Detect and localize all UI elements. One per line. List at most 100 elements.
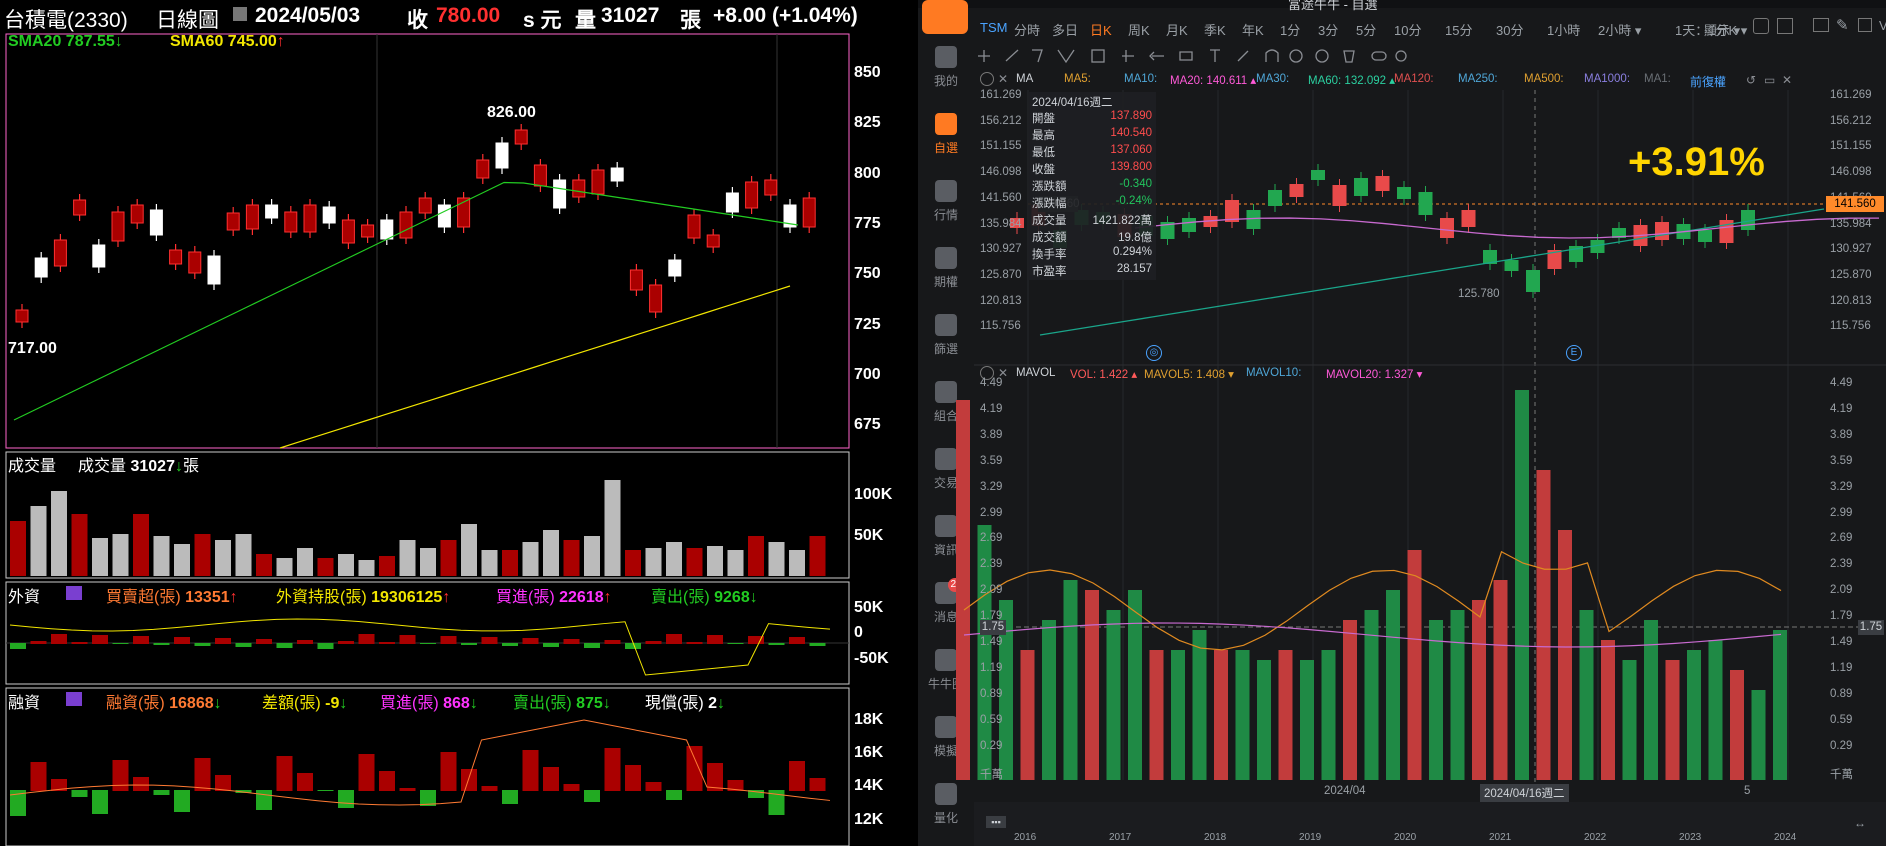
price-axis-label-left: 151.155 bbox=[980, 140, 1022, 153]
margin-bar bbox=[92, 790, 108, 814]
foreign-bar bbox=[317, 643, 334, 649]
candle-body bbox=[399, 211, 413, 239]
year-label: 2018 bbox=[1204, 832, 1227, 843]
list-icon[interactable] bbox=[66, 586, 82, 600]
sma60-line bbox=[279, 285, 791, 449]
volume-bar bbox=[30, 506, 47, 576]
foreign-bar bbox=[666, 634, 682, 644]
margin-axis-14k: 14K bbox=[854, 777, 884, 794]
volume-panel-title: 成交量 bbox=[8, 458, 57, 475]
navigator-menu-icon[interactable]: ▪▪▪ bbox=[986, 816, 1006, 828]
vol-axis-label-left: 1.19 bbox=[980, 661, 1003, 674]
foreign-bar bbox=[276, 643, 293, 648]
price-axis-label-left: 156.212 bbox=[980, 114, 1022, 127]
candle-body bbox=[1289, 184, 1304, 197]
navigator-expand-icon[interactable]: ↔ bbox=[1854, 816, 1866, 830]
vol-axis-label-left: 0.29 bbox=[980, 739, 1003, 752]
foreign-buy-value: 22618 bbox=[559, 589, 604, 606]
candle-body bbox=[1375, 176, 1390, 191]
margin-axis-16k: 16K bbox=[854, 744, 884, 761]
candle-body bbox=[476, 159, 490, 179]
mavol-legend-0[interactable]: MAVOL bbox=[1016, 367, 1055, 379]
price-axis-label-left: 135.984 bbox=[980, 217, 1022, 230]
year-label: 2017 bbox=[1109, 832, 1132, 843]
event-marker-icon[interactable]: ◎ bbox=[1146, 345, 1162, 361]
candle-body bbox=[226, 212, 240, 231]
margin-axis-18k: 18K bbox=[854, 711, 884, 728]
vol-axis-label-left: 2.99 bbox=[980, 506, 1003, 519]
info-value: 0.294% bbox=[1112, 246, 1152, 258]
down-arrow-icon: ↓ bbox=[749, 589, 758, 606]
volume-bar bbox=[502, 550, 518, 576]
price-axis-label: 146.098 bbox=[1830, 166, 1872, 179]
margin-diff: 差額(張) -9↓ bbox=[262, 689, 347, 713]
up-arrow-icon: ↑ bbox=[276, 33, 285, 50]
volume-bar bbox=[256, 554, 272, 576]
earnings-marker-icon[interactable]: E bbox=[1566, 345, 1582, 361]
price-axis-label: 725 bbox=[854, 315, 881, 333]
left-stock-chart-panel: 台積電(2330) 日線圖 2024/05/03 收 780.00 s 元 量 … bbox=[0, 0, 918, 846]
volume-bar bbox=[1085, 590, 1099, 780]
volume-bar bbox=[1536, 470, 1551, 780]
volume-bar bbox=[1622, 660, 1637, 780]
year-label: 2019 bbox=[1299, 832, 1322, 843]
down-arrow-icon: ↓ bbox=[717, 695, 726, 712]
price-axis-label-left: 120.813 bbox=[980, 294, 1022, 307]
foreign-bar bbox=[112, 643, 129, 644]
volume-bar bbox=[543, 530, 559, 576]
foreign-bar bbox=[399, 635, 416, 644]
vol-axis-label-left: 4.49 bbox=[980, 377, 1003, 389]
foreign-bar bbox=[584, 643, 600, 648]
list-icon[interactable] bbox=[66, 692, 82, 706]
info-label: 市盈率 bbox=[1032, 266, 1067, 278]
ohlc-info-box: 2024/04/16週二 開盤 137.890 最高 140.540 最低 137.060… bbox=[1028, 92, 1156, 280]
candle-body bbox=[572, 179, 586, 198]
margin-bars bbox=[9, 719, 831, 816]
foreign-axis-0: 0 bbox=[854, 624, 863, 641]
volume-bar bbox=[71, 514, 88, 576]
volume-bar bbox=[789, 550, 805, 576]
info-label: 換手率 bbox=[1032, 249, 1067, 261]
margin-bar bbox=[338, 790, 354, 808]
sma60-value: SMA60 745.00 bbox=[170, 33, 277, 50]
volume-bar bbox=[481, 550, 498, 576]
volume-bar bbox=[1128, 590, 1142, 780]
vol-axis-label: 3.59 bbox=[1830, 454, 1853, 467]
candle-body bbox=[1397, 187, 1411, 199]
candle-body bbox=[361, 224, 375, 238]
volume-bar bbox=[707, 546, 723, 576]
margin-diff-label: 差額(張) bbox=[262, 695, 321, 712]
candle-body bbox=[802, 197, 816, 228]
margin-bar bbox=[502, 790, 518, 804]
candle-body bbox=[284, 211, 298, 233]
date-axis-may: 5 bbox=[1744, 785, 1751, 797]
foreign-buy-label: 買進(張) bbox=[496, 589, 555, 606]
candle-body bbox=[169, 249, 183, 265]
margin-bar bbox=[256, 790, 272, 810]
range-navigator[interactable]: ▪▪▪ ↔ 2016 2017 2018 2019 2020 2021 2022 2023 20… bbox=[974, 802, 1886, 846]
foreign-buy: 買進(張) 22618↑ bbox=[496, 583, 612, 607]
volume-bars bbox=[956, 390, 1787, 780]
foreign-bar bbox=[604, 640, 621, 644]
margin-bar bbox=[174, 790, 190, 812]
margin-bar bbox=[625, 765, 641, 791]
foreign-bar bbox=[133, 636, 149, 644]
margin-bar bbox=[584, 790, 600, 802]
vol-axis-label: 1.19 bbox=[1830, 661, 1853, 674]
price-panel-frame bbox=[5, 33, 850, 449]
vol-axis-50k: 50K bbox=[854, 527, 884, 544]
candle-body bbox=[1354, 178, 1368, 196]
candle-body bbox=[207, 255, 221, 285]
candle-body bbox=[188, 251, 202, 274]
margin-buy-label: 買進(張) bbox=[380, 695, 439, 712]
foreign-bar bbox=[10, 643, 26, 649]
foreign-bar bbox=[768, 643, 785, 645]
mavol-legend-1: VOL: 1.422 ▴ bbox=[1070, 369, 1138, 381]
futu-app-window: 富途牛牛 - 自選 我的自選行情期權篩選組合交易資訊消息20牛牛圈模擬量化 TS… bbox=[918, 0, 1886, 846]
foreign-bar bbox=[481, 637, 498, 644]
price-axis-label: 850 bbox=[854, 64, 881, 81]
price-axis-label: 120.813 bbox=[1830, 294, 1872, 307]
vol-axis-label-left: 0.89 bbox=[980, 687, 1003, 700]
foreign-bar bbox=[686, 642, 703, 644]
margin-panel-title: 融資 bbox=[8, 695, 41, 712]
